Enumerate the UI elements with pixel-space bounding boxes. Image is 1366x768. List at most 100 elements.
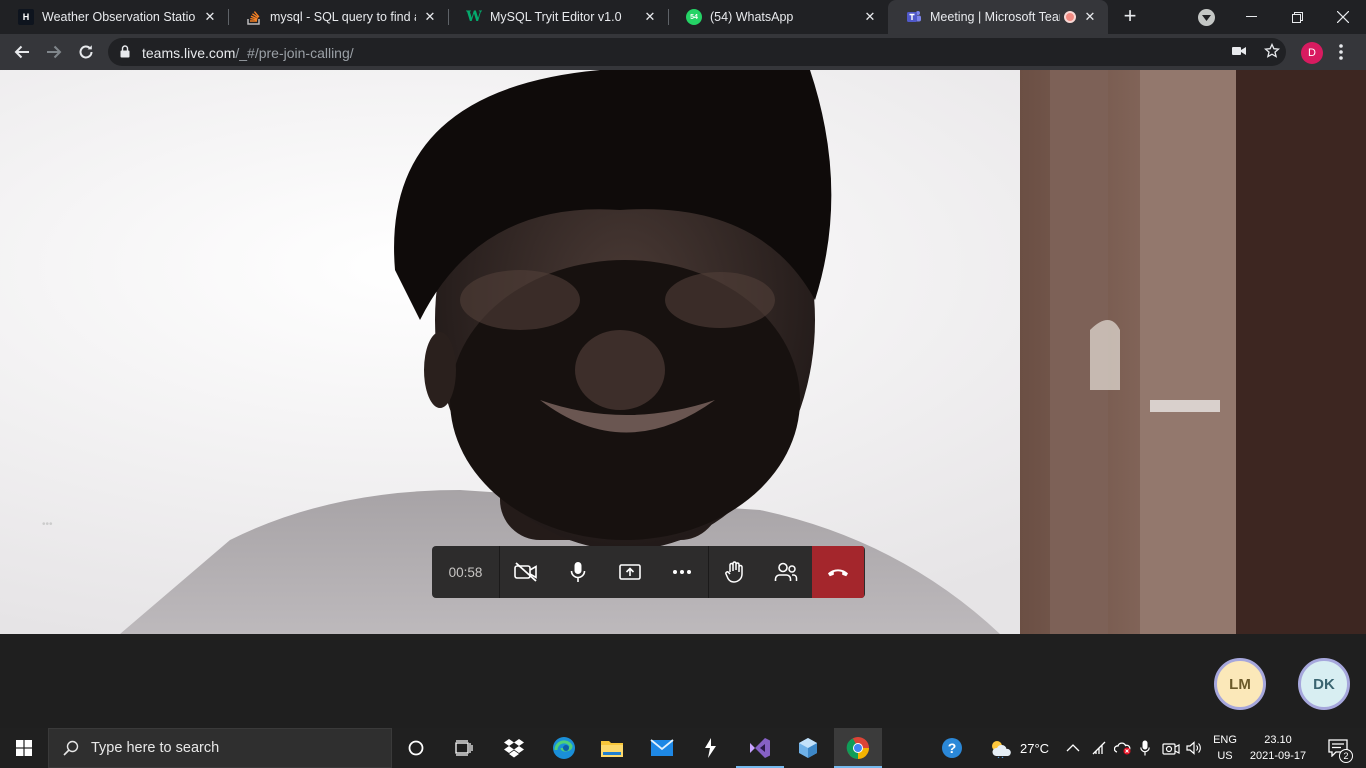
close-icon [1337, 11, 1349, 23]
tab-whatsapp[interactable]: 54 (54) WhatsApp ✕ [668, 0, 888, 34]
visual-studio-icon [750, 738, 770, 758]
mail-app[interactable] [638, 728, 686, 768]
task-view-button[interactable] [440, 728, 488, 768]
profile-avatar[interactable]: D [1301, 42, 1323, 64]
participants-button[interactable] [760, 546, 812, 598]
weather-widget[interactable]: 27°C [988, 728, 1049, 768]
mail-icon [650, 739, 674, 756]
browser-menu-button[interactable] [1338, 43, 1344, 61]
arrow-left-icon [14, 45, 29, 59]
whatsapp-icon: 54 [686, 9, 702, 25]
camera-off-icon [514, 562, 537, 582]
onedrive-status[interactable] [1114, 728, 1132, 768]
weather-cloud-sun-icon [992, 741, 1011, 758]
tab-weather-observation[interactable]: H Weather Observation Station ✕ [0, 0, 228, 34]
close-icon[interactable]: ✕ [1082, 9, 1098, 25]
microphone-in-use[interactable] [1140, 728, 1150, 768]
camera-toggle-button[interactable] [500, 546, 552, 598]
hackerrank-icon: H [18, 9, 34, 25]
more-vertical-icon [1339, 44, 1343, 60]
lock-icon[interactable] [120, 45, 130, 63]
help-app[interactable]: ? [928, 728, 976, 768]
bolt-app[interactable] [686, 728, 734, 768]
tab-teams-meeting[interactable]: Meeting | Microsoft Team ✕ [888, 0, 1108, 34]
edge-app[interactable] [540, 728, 588, 768]
stackoverflow-icon [246, 9, 262, 25]
cortana-icon [408, 740, 424, 756]
browser-toolbar: teams.live.com/_#/pre-join-calling/ D [0, 34, 1366, 70]
participant-strip: LM DK [0, 634, 1366, 728]
recording-indicator-icon [1064, 11, 1076, 23]
taskbar-clock[interactable]: 23.10 2021-09-17 [1244, 732, 1312, 764]
network-status[interactable] [1092, 728, 1108, 768]
browser-tab-strip: H Weather Observation Station ✕ mysql - … [0, 0, 1366, 34]
help-icon: ? [942, 738, 962, 758]
tab-mysql-stackoverflow[interactable]: mysql - SQL query to find a li ✕ [228, 0, 448, 34]
input-language-indicator[interactable]: ENG US [1210, 732, 1240, 764]
restore-button[interactable] [1274, 0, 1320, 34]
cube-icon [799, 738, 817, 758]
tab-search-button[interactable] [1198, 9, 1215, 26]
windows-taskbar: Type here to search ? 27°C ENG US 23.10 … [0, 728, 1366, 768]
chrome-app[interactable] [834, 728, 882, 768]
camera-in-use-icon[interactable] [1232, 44, 1250, 60]
close-window-button[interactable] [1320, 0, 1366, 34]
raise-hand-icon [724, 561, 743, 583]
folder-icon [601, 741, 623, 757]
close-icon[interactable]: ✕ [642, 9, 658, 25]
new-tab-button[interactable]: + [1118, 5, 1142, 29]
visual-studio-app[interactable] [736, 728, 784, 768]
back-button[interactable] [8, 38, 36, 66]
close-icon[interactable]: ✕ [862, 9, 878, 25]
microphone-icon [1140, 740, 1150, 756]
hang-up-button[interactable] [812, 546, 864, 598]
start-button[interactable] [0, 728, 48, 768]
edge-icon [553, 737, 575, 759]
w3schools-icon: W [466, 9, 482, 25]
lightning-icon [705, 738, 716, 758]
chevron-up-icon [1066, 744, 1080, 752]
reload-icon [79, 45, 93, 59]
participant-avatar-dk[interactable]: DK [1298, 658, 1350, 710]
chevron-down-icon [1202, 14, 1211, 21]
volume-control[interactable] [1186, 728, 1202, 768]
hang-up-icon [828, 569, 848, 577]
url-text: teams.live.com/_#/pre-join-calling/ [142, 45, 354, 61]
3d-viewer-app[interactable] [784, 728, 832, 768]
tab-mysql-tryit-editor[interactable]: W MySQL Tryit Editor v1.0 ✕ [448, 0, 668, 34]
cloud-error-icon [1114, 742, 1131, 755]
camera-icon [1162, 743, 1180, 755]
address-bar[interactable]: teams.live.com/_#/pre-join-calling/ [108, 38, 1286, 66]
bookmark-star-icon[interactable] [1263, 42, 1282, 59]
minimize-button[interactable] [1228, 0, 1274, 34]
action-center-button[interactable]: 2 [1318, 728, 1358, 768]
close-icon[interactable]: ✕ [422, 9, 438, 25]
camera-in-use[interactable] [1162, 728, 1180, 768]
arrow-right-icon [47, 45, 62, 59]
microphone-button[interactable] [552, 546, 604, 598]
raise-hand-button[interactable] [708, 546, 760, 598]
share-screen-button[interactable] [604, 546, 656, 598]
dropbox-icon [504, 739, 524, 758]
wifi-icon [1092, 741, 1106, 755]
dropbox-app[interactable] [490, 728, 538, 768]
more-options-button[interactable] [656, 546, 708, 598]
chrome-icon [846, 737, 869, 759]
microphone-icon [570, 562, 586, 582]
minimize-icon [1245, 16, 1257, 17]
close-icon[interactable]: ✕ [202, 9, 218, 25]
forward-button[interactable] [40, 38, 68, 66]
reload-button[interactable] [72, 38, 100, 66]
file-explorer-app[interactable] [588, 728, 636, 768]
show-hidden-icons-button[interactable] [1066, 728, 1080, 768]
meeting-stage: ••• 00:58 [0, 70, 1366, 634]
taskbar-search-box[interactable]: Type here to search [48, 728, 392, 768]
cortana-button[interactable] [392, 728, 440, 768]
restore-icon [1291, 11, 1303, 23]
participant-avatar-lm[interactable]: LM [1214, 658, 1266, 710]
task-view-icon [455, 740, 473, 756]
call-timer: 00:58 [432, 546, 500, 598]
participants-icon [774, 562, 798, 581]
notification-count-badge: 2 [1339, 749, 1353, 763]
windows-logo-icon [16, 740, 32, 756]
